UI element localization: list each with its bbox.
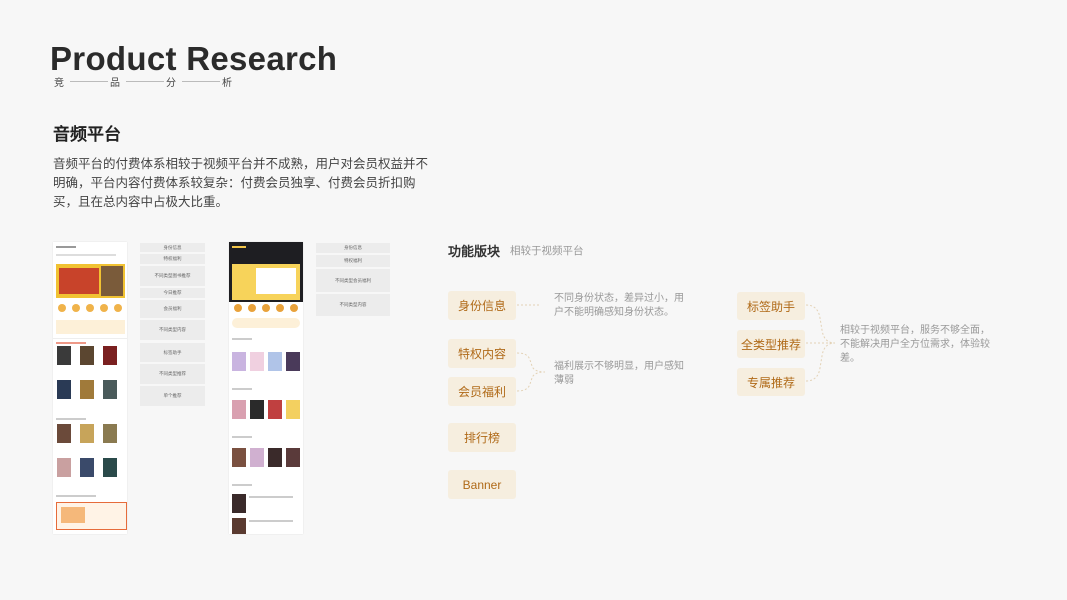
feature-tag-all-type-recommend: 全类型推荐 bbox=[737, 330, 805, 358]
bracket-connectors bbox=[516, 304, 836, 392]
feature-tag-privilege: 特权内容 bbox=[448, 339, 516, 368]
feature-tag-identity: 身份信息 bbox=[448, 291, 516, 320]
note-right: 相较于视频平台，服务不够全面， 不能解决用户全方位需求，体验较 差。 bbox=[840, 325, 990, 364]
feature-tag-label-assistant: 标签助手 bbox=[737, 292, 805, 320]
feature-tag-member-benefit: 会员福利 bbox=[448, 377, 516, 406]
note-benefit: 福利展示不够明显，用户感知 薄弱 bbox=[554, 361, 684, 386]
feature-tag-exclusive-recommend: 专属推荐 bbox=[737, 368, 805, 396]
feature-tag-ranking: 排行榜 bbox=[448, 423, 516, 452]
feature-tag-banner: Banner bbox=[448, 470, 516, 499]
note-identity: 不同身份状态，差异过小，用 户不能明确感知身份状态。 bbox=[554, 293, 684, 318]
